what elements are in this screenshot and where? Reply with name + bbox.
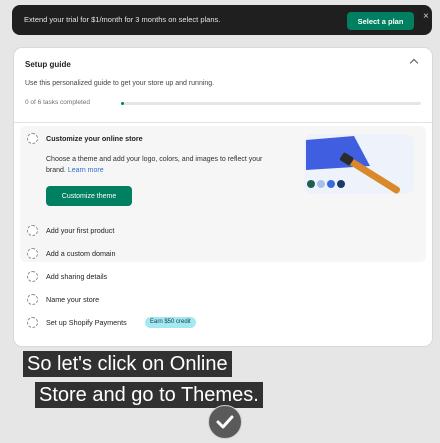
tasks-progress-label: 0 of 6 tasks completed (25, 99, 91, 106)
video-caption-line-1: So let's click on Online (23, 351, 232, 377)
task-status-icon[interactable] (27, 271, 38, 282)
setup-guide-title: Setup guide (25, 60, 71, 69)
swatch-dot (337, 180, 345, 188)
task-status-icon[interactable] (27, 294, 38, 305)
trial-banner-text: Extend your trial for $1/month for 3 mon… (24, 15, 221, 24)
swatch-dot (317, 180, 325, 188)
select-plan-button[interactable]: Select a plan (347, 12, 414, 30)
chevron-up-icon (409, 58, 419, 68)
task-status-icon[interactable] (27, 248, 38, 259)
learn-more-link[interactable]: Learn more (68, 167, 104, 174)
customize-theme-button[interactable]: Customize theme (46, 186, 132, 206)
task-name-store[interactable]: Name your store (46, 295, 99, 304)
task-customize-store[interactable]: Customize your online store (46, 134, 143, 143)
task-customize-description: Choose a theme and add your logo, colors… (46, 154, 276, 176)
task-add-domain[interactable]: Add a custom domain (46, 249, 116, 258)
tasks-progress-bar (121, 102, 421, 105)
divider (14, 122, 432, 123)
swatch-dot (307, 180, 315, 188)
task-sharing-details[interactable]: Add sharing details (46, 272, 107, 281)
tasks-progress-fill (121, 102, 124, 105)
credit-badge: Earn $50 credit (145, 317, 196, 328)
task-shopify-payments[interactable]: Set up Shopify Payments (46, 318, 127, 327)
close-icon[interactable]: × (423, 11, 429, 22)
task-status-icon[interactable] (27, 133, 38, 144)
task-status-icon[interactable] (27, 317, 38, 328)
checkmark-icon (208, 405, 242, 439)
checkmark-glyph (216, 415, 234, 429)
task-add-product[interactable]: Add your first product (46, 226, 114, 235)
trial-banner: Extend your trial for $1/month for 3 mon… (12, 5, 432, 35)
swatch-dot (327, 180, 335, 188)
setup-guide-description: Use this personalized guide to get your … (25, 80, 215, 87)
task-status-icon[interactable] (27, 225, 38, 236)
collapse-button[interactable] (404, 54, 424, 72)
video-caption-line-2: Store and go to Themes. (35, 382, 263, 408)
paintbrush-illustration (304, 134, 414, 194)
